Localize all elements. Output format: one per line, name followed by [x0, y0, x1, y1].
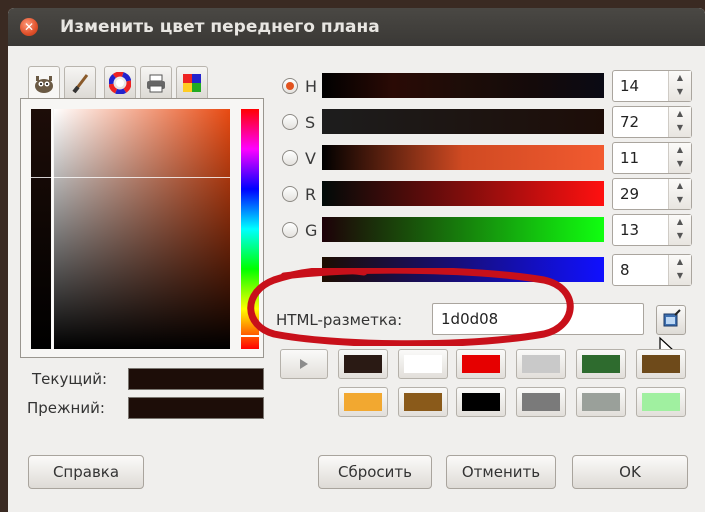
spin-arrows-icon[interactable]: ▲ ▼: [668, 215, 691, 245]
history-swatch-color: [642, 393, 680, 411]
history-swatch-color: [462, 355, 500, 373]
history-swatch[interactable]: [636, 387, 686, 417]
channel-label-r: R: [305, 185, 317, 204]
tab-gimp[interactable]: [28, 66, 60, 102]
spinbox-value: 29: [620, 185, 640, 203]
tab-brush[interactable]: [64, 66, 96, 100]
spinbox-value: 13: [620, 221, 640, 239]
history-swatch[interactable]: [516, 387, 566, 417]
spinbox-h[interactable]: 14 ▲ ▼: [612, 70, 692, 102]
history-swatch-color: [344, 393, 382, 411]
crosshair-horizontal: [31, 177, 230, 178]
history-swatch-color: [462, 393, 500, 411]
current-label: Текущий:: [32, 370, 108, 388]
printer-icon: [147, 74, 165, 93]
spinbox-value: 14: [620, 77, 640, 95]
previous-label: Прежний:: [27, 399, 105, 417]
crosshair-vertical: [52, 109, 53, 349]
history-swatch-color: [582, 393, 620, 411]
spinbox-b[interactable]: 8 ▲ ▼: [612, 254, 692, 286]
spinbox-value: 11: [620, 149, 640, 167]
channel-label-h: H: [305, 77, 318, 96]
history-swatch[interactable]: [398, 349, 448, 379]
dialog-title: Изменить цвет переднего плана: [60, 17, 380, 37]
html-label: HTML-разметка:: [276, 311, 403, 329]
color-selector-panel: [20, 98, 264, 358]
channel-label-g: G: [305, 221, 318, 240]
history-swatch[interactable]: [516, 349, 566, 379]
slider-b[interactable]: [322, 257, 604, 282]
spinbox-value: 72: [620, 113, 640, 131]
brush-icon: [72, 74, 89, 94]
history-swatch[interactable]: [398, 387, 448, 417]
slider-g[interactable]: [322, 217, 604, 242]
slider-r[interactable]: [322, 181, 604, 206]
spinbox-g[interactable]: 13 ▲ ▼: [612, 214, 692, 246]
history-swatch[interactable]: [636, 349, 686, 379]
history-swatch-color: [404, 355, 442, 373]
color-square[interactable]: [54, 109, 230, 349]
spinbox-value: 8: [620, 261, 630, 279]
hue-strip[interactable]: [241, 109, 259, 349]
history-swatch[interactable]: [576, 387, 626, 417]
play-arrow-icon: [300, 359, 308, 369]
add-to-history-button[interactable]: [280, 349, 328, 379]
cancel-button[interactable]: Отменить: [446, 455, 556, 489]
radio-s[interactable]: [282, 114, 298, 130]
gimp-icon: [35, 76, 53, 93]
eyedropper-icon: [663, 309, 681, 327]
slider-v[interactable]: [322, 145, 604, 170]
radio-g[interactable]: [282, 222, 298, 238]
tab-printer[interactable]: [140, 66, 172, 100]
hue-marker: [241, 335, 259, 337]
spin-arrows-icon[interactable]: ▲ ▼: [668, 107, 691, 137]
history-swatch-color: [522, 355, 560, 373]
eyedropper-button[interactable]: [656, 305, 686, 335]
spinbox-v[interactable]: 11 ▲ ▼: [612, 142, 692, 174]
html-input-value: 1d0d08: [441, 310, 499, 328]
spin-arrows-icon[interactable]: ▲ ▼: [668, 179, 691, 209]
history-swatch-color: [344, 355, 382, 373]
history-swatch-color: [404, 393, 442, 411]
history-swatch-color: [522, 393, 560, 411]
history-swatch[interactable]: [456, 349, 506, 379]
color-wheel-icon: [109, 72, 131, 94]
radio-r[interactable]: [282, 186, 298, 202]
spinbox-r[interactable]: 29 ▲ ▼: [612, 178, 692, 210]
spin-arrows-icon[interactable]: ▲ ▼: [668, 255, 691, 285]
history-swatch[interactable]: [456, 387, 506, 417]
channel-label-s: S: [305, 113, 316, 132]
current-color-swatch: [128, 368, 264, 390]
tab-wheel[interactable]: [104, 66, 136, 100]
palette-icon: [183, 74, 201, 92]
slider-h[interactable]: [322, 73, 604, 98]
spin-arrows-icon[interactable]: ▲ ▼: [668, 143, 691, 173]
reset-button[interactable]: Сбросить: [318, 455, 432, 489]
history-swatch[interactable]: [576, 349, 626, 379]
html-input[interactable]: 1d0d08: [432, 303, 644, 335]
previous-color-swatch[interactable]: [128, 397, 264, 419]
history-swatch[interactable]: [338, 349, 388, 379]
title-bar: ✕ Изменить цвет переднего плана: [8, 8, 705, 46]
value-strip[interactable]: [31, 109, 51, 349]
history-swatch-color: [582, 355, 620, 373]
spinbox-s[interactable]: 72 ▲ ▼: [612, 106, 692, 138]
radio-h[interactable]: [282, 78, 298, 94]
radio-v[interactable]: [282, 150, 298, 166]
tab-palette[interactable]: [176, 66, 208, 100]
close-icon[interactable]: ✕: [20, 18, 38, 36]
history-swatch-color: [642, 355, 680, 373]
help-button[interactable]: Справка: [28, 455, 144, 489]
slider-s[interactable]: [322, 109, 604, 134]
history-swatch[interactable]: [338, 387, 388, 417]
ok-button[interactable]: OK: [572, 455, 688, 489]
spin-arrows-icon[interactable]: ▲ ▼: [668, 71, 691, 101]
channel-label-v: V: [305, 149, 316, 168]
